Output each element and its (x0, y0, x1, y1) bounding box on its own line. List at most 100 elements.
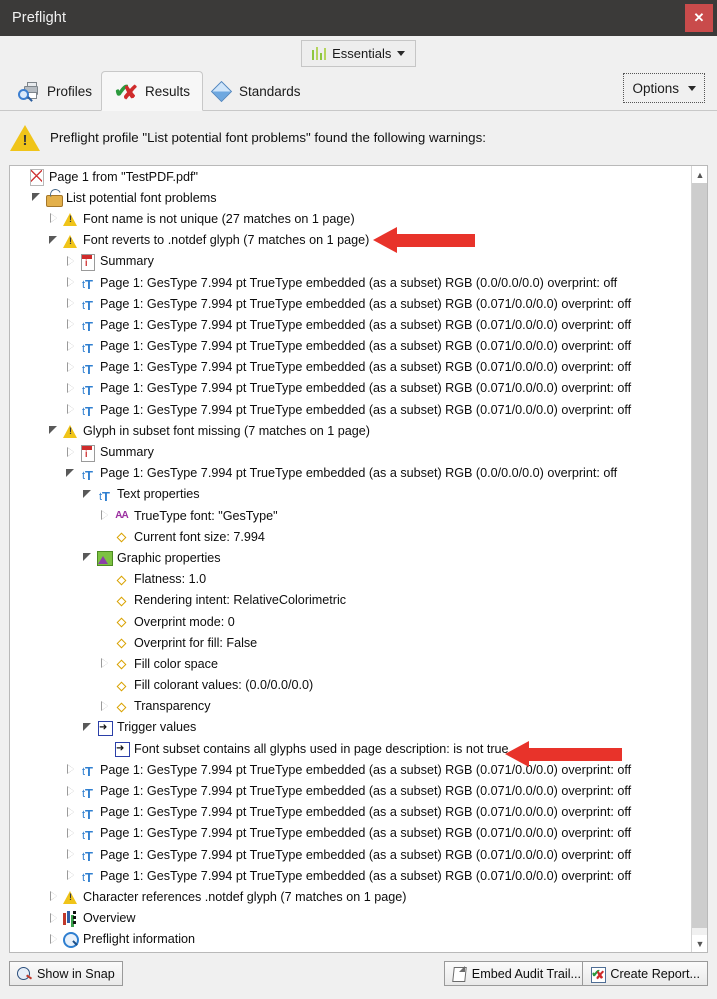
tree-row[interactable]: t T Page 1: GesType 7.994 pt TrueType embe… (10, 336, 692, 357)
tree-row[interactable]: t T Text properties (10, 484, 692, 505)
tree-row[interactable]: Trigger values (10, 717, 692, 738)
tree-row[interactable]: Overprint for fill: False (10, 632, 692, 653)
tree-row[interactable]: Current font size: 7.994 (10, 526, 692, 547)
twisty-collapsed-icon[interactable] (65, 442, 78, 463)
tree-row[interactable]: t T Page 1: GesType 7.994 pt TrueType embe… (10, 272, 692, 293)
text-icon: tT (81, 806, 93, 822)
twisty-collapsed-icon[interactable] (48, 908, 61, 929)
tree-row[interactable]: List potential font problems (10, 187, 692, 208)
tree-row-label: TrueType font: "GesType" (134, 508, 278, 523)
twisty-collapsed-icon[interactable] (65, 759, 78, 780)
twisty-collapsed-icon[interactable] (65, 357, 78, 378)
scroll-up-button[interactable]: ▲ (692, 166, 707, 183)
tree-row-label: Page 1: GesType 7.994 pt TrueType embedd… (100, 275, 618, 290)
essentials-dropdown[interactable]: Essentials (300, 40, 417, 67)
truetype-font-icon: AA (115, 510, 128, 522)
create-report-button[interactable]: ✔ ✘ Create Report... (582, 961, 708, 986)
tree-row[interactable]: Fill colorant values: (0.0/0.0/0.0) (10, 675, 692, 696)
embed-audit-trail-button[interactable]: Embed Audit Trail... (443, 961, 589, 986)
tree-row[interactable]: t T Page 1: GesType 7.994 pt TrueType embe… (10, 780, 692, 801)
tree-row[interactable]: t T Page 1: GesType 7.994 pt TrueType embe… (10, 399, 692, 420)
text-icon: tT (81, 827, 93, 843)
tree-row-label: Font subset contains all glyphs used in … (134, 741, 509, 756)
options-button[interactable]: Options (623, 73, 705, 103)
twisty-collapsed-icon[interactable] (65, 314, 78, 335)
tree-row[interactable]: Glyph in subset font missing (7 matches … (10, 420, 692, 441)
tree-row-label: Font name is not unique (27 matches on 1… (83, 211, 355, 226)
twisty-collapsed-icon[interactable] (65, 272, 78, 293)
essentials-label: Essentials (332, 46, 392, 61)
tree-row[interactable]: Graphic properties (10, 547, 692, 568)
tree-row[interactable]: t T Page 1: GesType 7.994 pt TrueType embe… (10, 293, 692, 314)
scroll-down-button[interactable]: ▼ (692, 935, 707, 952)
results-tree[interactable]: Page 1 from "TestPDF.pdf" List potential … (10, 166, 692, 952)
twisty-expanded-icon[interactable] (48, 420, 61, 441)
tree-row-label: Summary (100, 254, 154, 269)
tree-row[interactable]: t T Page 1: GesType 7.994 pt TrueType embe… (10, 463, 692, 484)
twisty-collapsed-icon[interactable] (65, 865, 78, 886)
twisty-collapsed-icon[interactable] (65, 293, 78, 314)
twisty-collapsed-icon[interactable] (65, 781, 78, 802)
twisty-expanded-icon[interactable] (31, 187, 44, 208)
tree-row[interactable]: Font name is not unique (27 matches on 1… (10, 208, 692, 229)
twisty-collapsed-icon[interactable] (99, 696, 112, 717)
tree-row[interactable]: Fill color space (10, 653, 692, 674)
tree-row[interactable]: Font reverts to .notdef glyph (7 matches… (10, 230, 692, 251)
tree-row[interactable]: t T Page 1: GesType 7.994 pt TrueType embe… (10, 865, 692, 886)
tree-row-label: Page 1 from "TestPDF.pdf" (49, 169, 198, 184)
scrollbar-track[interactable] (692, 183, 707, 935)
twisty-none (99, 675, 112, 696)
twisty-expanded-icon[interactable] (65, 463, 78, 484)
twisty-expanded-icon[interactable] (48, 230, 61, 251)
tree-row-label: Graphic properties (117, 550, 221, 565)
tree-row[interactable]: t T Page 1: GesType 7.994 pt TrueType embe… (10, 357, 692, 378)
tree-row[interactable]: t T Page 1: GesType 7.994 pt TrueType embe… (10, 844, 692, 865)
tree-row[interactable]: Overprint mode: 0 (10, 611, 692, 632)
tree-row[interactable]: t T Page 1: GesType 7.994 pt TrueType embe… (10, 314, 692, 335)
twisty-collapsed-icon[interactable] (65, 378, 78, 399)
twisty-collapsed-icon[interactable] (65, 336, 78, 357)
tab-standards[interactable]: Standards (199, 71, 313, 111)
twisty-expanded-icon[interactable] (82, 547, 95, 568)
tree-row[interactable]: Character references .notdef glyph (7 ma… (10, 886, 692, 907)
tree-row-label: Current font size: 7.994 (134, 529, 265, 544)
tree-row[interactable]: t T Page 1: GesType 7.994 pt TrueType embe… (10, 378, 692, 399)
close-button[interactable]: ✕ (685, 4, 713, 32)
twisty-collapsed-icon[interactable] (65, 823, 78, 844)
snap-icon (17, 966, 32, 981)
twisty-expanded-icon[interactable] (82, 717, 95, 738)
results-tree-panel: Page 1 from "TestPDF.pdf" List potential … (9, 165, 708, 953)
twisty-collapsed-icon[interactable] (99, 505, 112, 526)
tree-row[interactable]: Preflight information (10, 929, 692, 950)
warning-small-icon (62, 232, 79, 249)
scrollbar-thumb[interactable] (692, 183, 707, 928)
twisty-collapsed-icon[interactable] (48, 208, 61, 229)
tree-row[interactable]: Rendering intent: RelativeColorimetric (10, 590, 692, 611)
twisty-collapsed-icon[interactable] (48, 886, 61, 907)
twisty-collapsed-icon[interactable] (99, 653, 112, 674)
tree-row[interactable]: t T Page 1: GesType 7.994 pt TrueType embe… (10, 759, 692, 780)
twisty-collapsed-icon[interactable] (65, 802, 78, 823)
printer-search-icon (18, 81, 40, 102)
twisty-collapsed-icon[interactable] (65, 399, 78, 420)
show-in-snap-button[interactable]: Show in Snap (9, 961, 123, 986)
tree-row-label: Page 1: GesType 7.994 pt TrueType embedd… (100, 296, 632, 311)
twisty-collapsed-icon[interactable] (65, 844, 78, 865)
twisty-expanded-icon[interactable] (82, 484, 95, 505)
tree-row[interactable]: Flatness: 1.0 (10, 569, 692, 590)
text-icon: tT (81, 764, 93, 780)
twisty-collapsed-icon[interactable] (48, 929, 61, 950)
tree-row[interactable]: t T Page 1: GesType 7.994 pt TrueType embe… (10, 802, 692, 823)
tree-row[interactable]: Overview (10, 908, 692, 929)
tree-row[interactable]: AA TrueType font: "GesType" (10, 505, 692, 526)
tree-row[interactable]: i Summary (10, 251, 692, 272)
tab-results[interactable]: ✔ ✘ Results (101, 71, 204, 111)
tab-profiles[interactable]: Profiles (6, 71, 104, 111)
tree-row[interactable]: Page 1 from "TestPDF.pdf" (10, 166, 692, 187)
tree-row[interactable]: Transparency (10, 696, 692, 717)
twisty-collapsed-icon[interactable] (65, 251, 78, 272)
tree-row[interactable]: t T Page 1: GesType 7.994 pt TrueType embe… (10, 823, 692, 844)
tree-vertical-scrollbar[interactable]: ▲ ▼ (691, 166, 707, 952)
twisty-none (99, 526, 112, 547)
tree-row[interactable]: i Summary (10, 441, 692, 462)
